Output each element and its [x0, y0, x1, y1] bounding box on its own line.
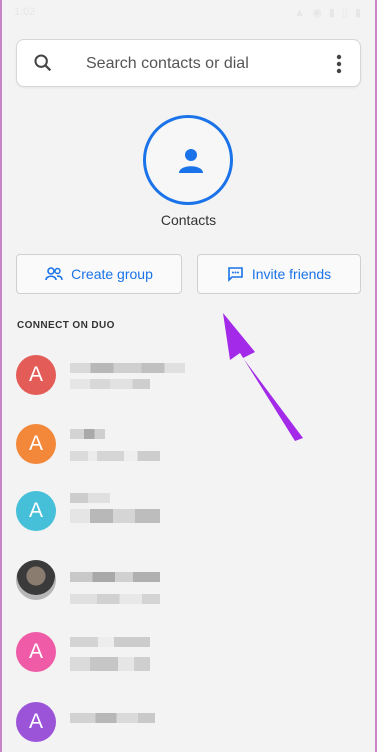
- contact-detail-blurred: [70, 657, 150, 671]
- contact-detail-blurred: [70, 594, 160, 604]
- avatar: A: [16, 491, 56, 531]
- person-icon: [179, 149, 203, 173]
- contact-name-blurred: [70, 572, 160, 582]
- annotation-arrow: [223, 313, 303, 441]
- contact-row[interactable]: A: [0, 411, 377, 471]
- avatar: A: [16, 702, 56, 742]
- status-time: 1:02: [14, 6, 36, 18]
- message-icon: [228, 267, 243, 282]
- status-bar: 1:02 ▲ ◉ ▮ ▯ ▮: [0, 0, 377, 24]
- section-title: CONNECT ON DUO: [17, 320, 115, 331]
- contact-name-blurred: [70, 713, 155, 723]
- contact-row[interactable]: A: [0, 691, 377, 751]
- contact-name-blurred: [70, 363, 185, 373]
- avatar: A: [16, 355, 56, 395]
- contacts-button[interactable]: [143, 115, 233, 205]
- contact-detail-blurred: [70, 379, 150, 389]
- group-icon: [45, 267, 63, 281]
- more-vert-icon[interactable]: [336, 54, 342, 74]
- contact-row[interactable]: A: [0, 345, 377, 405]
- avatar-photo: [16, 560, 56, 600]
- create-group-button[interactable]: Create group: [16, 254, 182, 294]
- contact-name-blurred: [70, 493, 110, 503]
- avatar: A: [16, 632, 56, 672]
- contact-name-blurred: [70, 637, 150, 647]
- avatar: A: [16, 424, 56, 464]
- contact-row[interactable]: A: [0, 481, 377, 541]
- contact-row[interactable]: A: [0, 621, 377, 681]
- search-bar[interactable]: Search contacts or dial: [16, 39, 361, 87]
- contacts-label: Contacts: [160, 212, 217, 228]
- search-icon: [34, 54, 52, 72]
- create-group-label: Create group: [71, 266, 153, 282]
- contact-detail-blurred: [70, 451, 160, 461]
- contact-name-blurred: [70, 429, 105, 439]
- invite-friends-label: Invite friends: [251, 266, 332, 282]
- invite-friends-button[interactable]: Invite friends: [197, 254, 361, 294]
- search-placeholder: Search contacts or dial: [86, 55, 249, 72]
- status-icons: ▲ ◉ ▮ ▯ ▮: [294, 7, 363, 19]
- contact-row[interactable]: [0, 551, 377, 611]
- contact-detail-blurred: [70, 509, 160, 523]
